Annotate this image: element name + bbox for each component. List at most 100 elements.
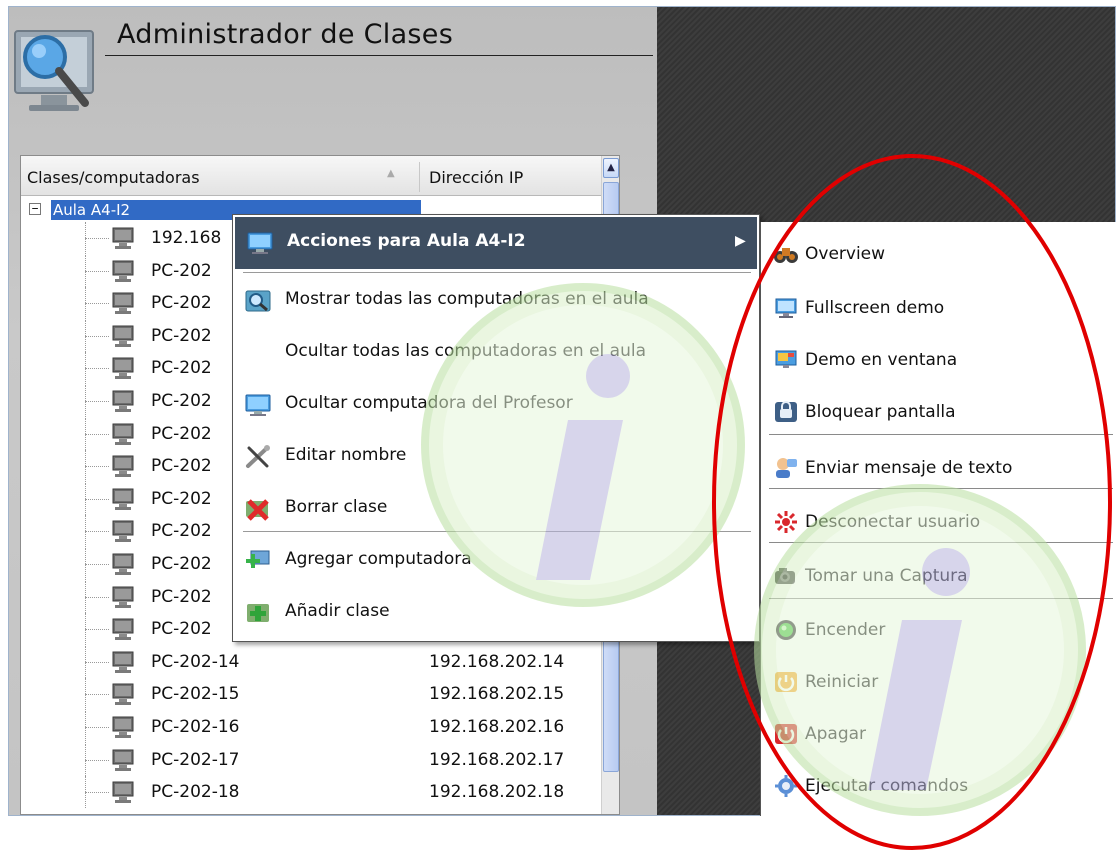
restart-icon [773,670,799,694]
submenu-item-label: Enviar mensaje de texto [805,458,1013,478]
tree-line [85,694,109,696]
add-class-icon [245,601,271,625]
menu-separator [769,542,1113,543]
context-menu-item[interactable]: Ocultar todas las computadoras en el aul… [235,331,755,375]
submenu-item[interactable]: Demo en ventana [761,336,1116,384]
computer-name: PC-202 [151,619,212,640]
add-computer-icon [245,549,271,573]
computer-name: PC-202 [151,325,212,346]
window-demo-icon [773,348,799,372]
fullscreen-demo-icon [773,296,799,320]
computer-icon [111,389,135,413]
computer-name: 192.168 [151,228,222,248]
computer-name: PC-202 [151,358,212,379]
computer-icon [111,682,135,706]
binoculars-icon [773,242,799,266]
column-divider[interactable] [419,162,420,192]
computer-icon [111,291,135,315]
scroll-up-button[interactable]: ▲ [603,158,619,178]
computer-row[interactable]: PC-202-15 192.168.202.15 [21,678,599,711]
submenu-item-label: Desconectar usuario [805,512,981,532]
context-menu-item[interactable]: Borrar clase [235,487,755,531]
tools-icon [245,445,271,469]
submenu-item-label: Encender [805,620,886,640]
context-menu-header[interactable]: Acciones para Aula A4-I2 ▶ [235,217,757,269]
tree-line [85,498,109,500]
computer-name: PC-202 [151,260,212,281]
menu-separator [769,488,1113,489]
title-divider [105,55,653,56]
submenu-item-label: Tomar una Captura [805,566,968,586]
computer-icon [111,487,135,511]
submenu-item[interactable]: Overview [761,230,1116,278]
submenu-item-label: Reiniciar [805,672,879,692]
computer-row[interactable]: PC-202-16 192.168.202.16 [21,711,599,743]
submenu-item[interactable]: Encender [761,606,1116,654]
context-menu-item-label: Agregar computadora [285,549,472,569]
menu-separator [243,272,751,273]
computer-ip: 192.168.202.17 [429,749,565,770]
context-menu-item-label: Añadir clase [285,601,390,621]
tree-line [85,401,109,402]
shutdown-icon [773,722,799,746]
tree-line [85,433,109,435]
computer-row[interactable]: PC-202-17 192.168.202.17 [21,743,599,776]
tree-line [85,661,109,663]
submenu-item[interactable]: Desconectar usuario [761,498,1116,546]
computer-name: PC-202 [151,293,212,314]
power-on-icon [773,618,799,642]
context-menu: Acciones para Aula A4-I2 ▶ Mostrar todas… [232,214,760,642]
submenu-item-label: Ejecutar comandos [805,776,969,796]
computer-icon [111,617,135,641]
tree-line [85,270,109,272]
context-menu-item-label: Ocultar todas las computadoras en el aul… [285,341,647,361]
monitor-icon [247,232,273,254]
tree-line [85,727,109,728]
lock-screen-icon [773,400,799,424]
disconnect-icon [773,510,799,534]
computer-icon [111,780,135,804]
app-title: Administrador de Clases [117,19,454,50]
computer-name: PC-202-16 [151,717,240,737]
computer-name: PC-202-18 [151,782,240,803]
context-menu-item[interactable]: Añadir clase [235,591,755,635]
tree-line [85,564,109,565]
computer-icon [111,356,135,380]
submenu-item[interactable]: Enviar mensaje de texto [761,444,1116,492]
computer-icon [111,324,135,348]
tree-line [85,466,109,468]
computer-row[interactable]: PC-202-18 192.168.202.18 [21,776,599,809]
computer-ip: 192.168.202.14 [429,651,565,672]
message-icon [773,456,799,480]
context-menu-item[interactable]: Editar nombre [235,435,755,479]
computer-name: PC-202 [151,521,212,542]
tree-line [85,238,109,239]
column-header-computers[interactable]: Clases/computadoras [27,168,200,187]
menu-separator [243,531,751,532]
tree-line [85,759,109,761]
sort-arrow-icon: ▲ [387,168,395,179]
column-header-ip[interactable]: Dirección IP [429,168,523,187]
context-menu-item-label: Ocultar computadora del Profesor [285,393,573,413]
context-menu-item[interactable]: Ocultar computadora del Profesor [235,383,755,427]
submenu-item-label: Bloquear pantalla [805,402,956,422]
computer-icon [111,715,135,739]
submenu-arrow-icon: ▶ [735,233,746,249]
computer-row[interactable]: PC-202-14 192.168.202.14 [21,645,599,678]
collapse-icon[interactable]: − [29,203,41,215]
submenu-item[interactable]: Bloquear pantalla [761,388,1116,436]
computer-name: PC-202 [151,423,212,444]
tree-line [85,792,109,794]
submenu-item[interactable]: Fullscreen demo [761,284,1116,332]
submenu-item[interactable]: Apagar [761,710,1116,758]
submenu-item[interactable]: Tomar una Captura [761,552,1116,600]
context-menu-item[interactable]: Agregar computadora [235,539,755,583]
context-menu-item[interactable]: Mostrar todas las computadoras en el aul… [235,279,755,323]
computer-name: PC-202 [151,488,212,509]
tree-line [85,368,109,370]
computer-name: PC-202-14 [151,651,240,672]
submenu-item[interactable]: Reiniciar [761,658,1116,706]
submenu-item[interactable]: Ejecutar comandos [761,762,1116,810]
tree-line [85,303,109,305]
tree-header: Clases/computadoras ▲ Dirección IP [21,156,601,196]
